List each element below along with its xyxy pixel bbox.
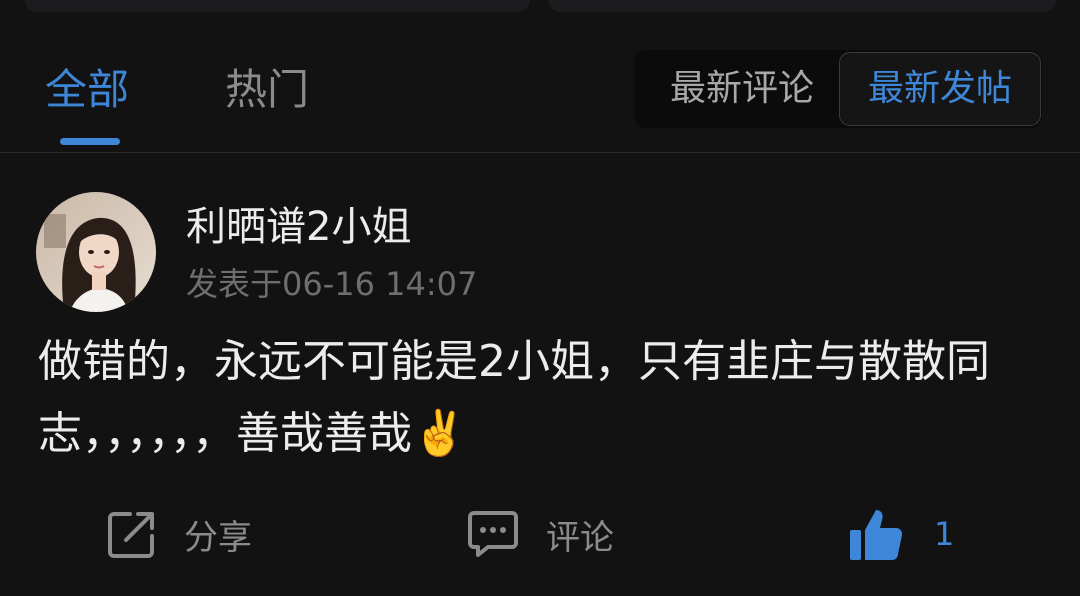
sort-latest-comment-button[interactable]: 最新评论 (642, 50, 842, 128)
post-content: 做错的，永远不可能是2小姐，只有韭庄与散散同志，，，，，，善哉善哉✌️ (38, 336, 990, 459)
post-author-name[interactable]: 利晒谱2小姐 (186, 200, 411, 254)
sort-toggle: 最新评论 最新发帖 (634, 50, 1042, 128)
previous-card-right (548, 0, 1056, 12)
tab-all[interactable]: 全部 (45, 64, 129, 116)
previous-card-left (25, 0, 530, 12)
thumbs-up-icon (848, 506, 904, 562)
like-button[interactable]: 1 (848, 504, 954, 564)
active-tab-indicator (60, 138, 120, 145)
like-count: 1 (934, 515, 955, 553)
share-button[interactable]: 分享 (106, 504, 252, 564)
tab-hot[interactable]: 热门 (225, 64, 309, 116)
sort-latest-post-button[interactable]: 最新发帖 (839, 52, 1041, 126)
avatar[interactable] (36, 192, 156, 312)
comment-label: 评论 (546, 517, 614, 558)
share-label: 分享 (184, 517, 252, 558)
avatar-image (36, 192, 156, 312)
comment-button[interactable]: 评论 (466, 504, 614, 564)
post-timestamp: 发表于06-16 14:07 (186, 265, 478, 303)
tab-divider (0, 152, 1080, 153)
post-page: 全部 热门 最新评论 最新发帖 利晒谱2小姐 发表于06-16 14:07 做错… (0, 0, 1080, 596)
comment-icon (466, 509, 520, 559)
share-icon (106, 508, 158, 560)
